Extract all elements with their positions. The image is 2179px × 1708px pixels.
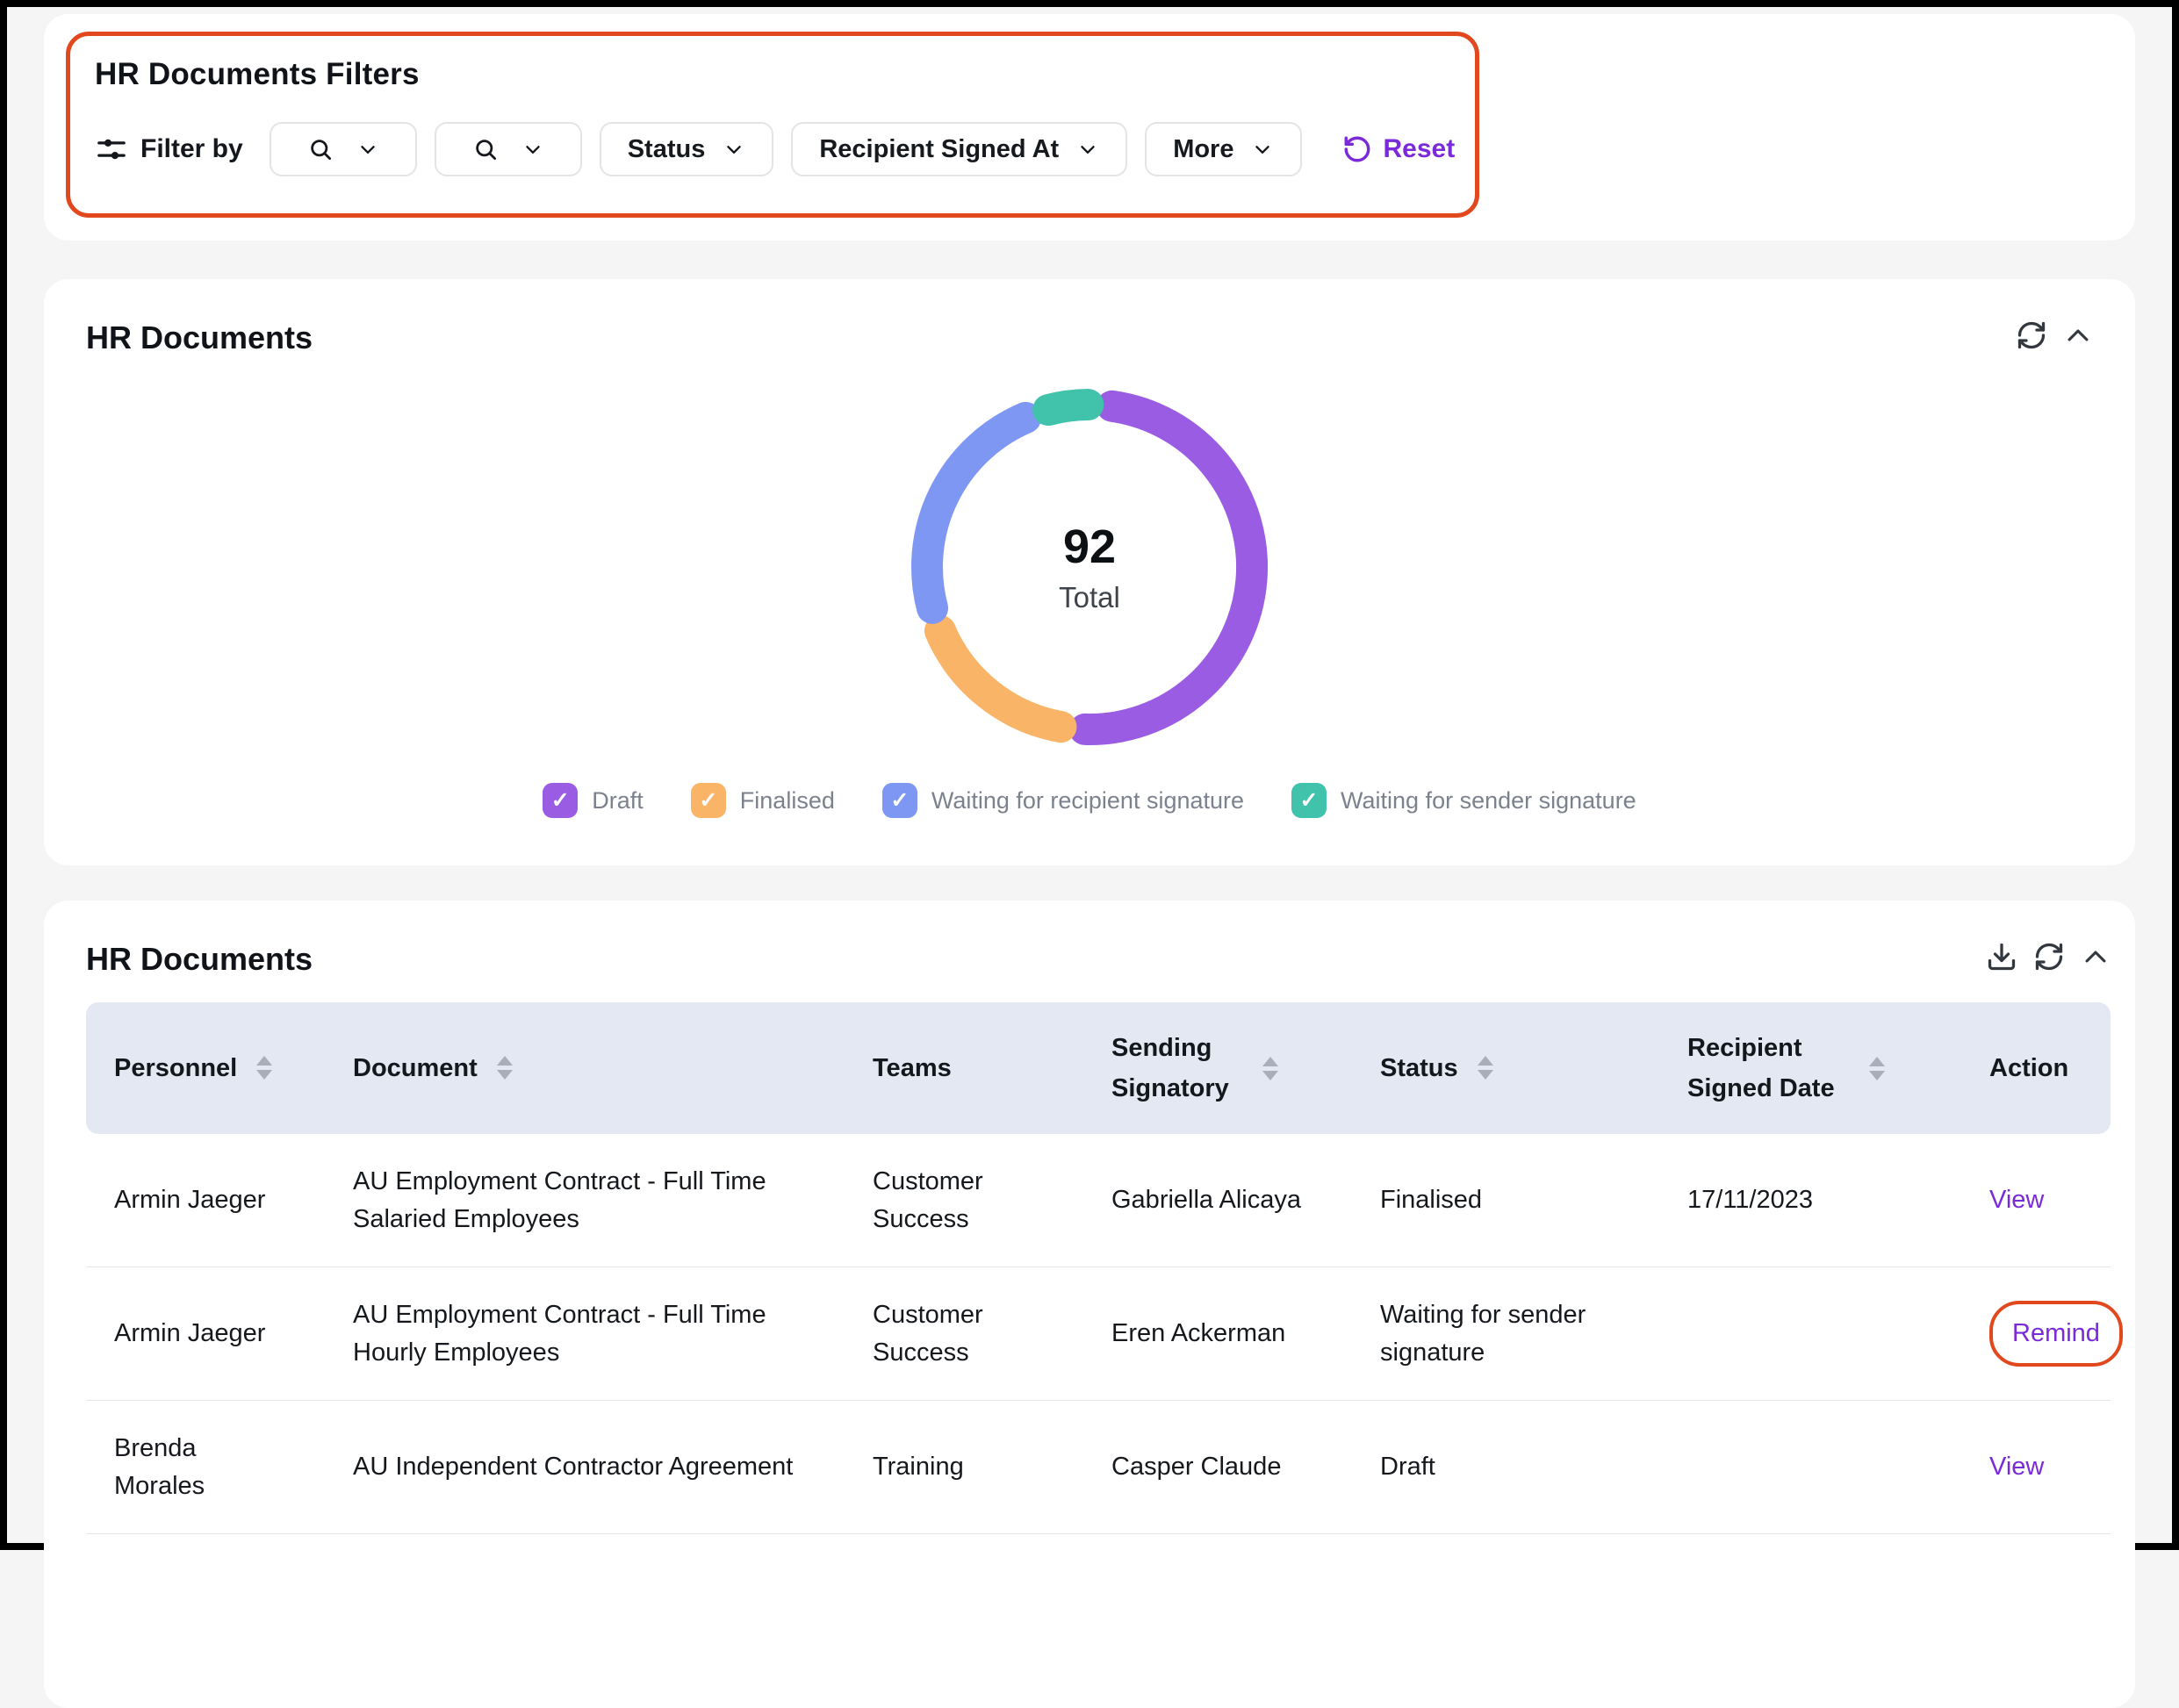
search-dropdown-1[interactable] bbox=[270, 122, 417, 176]
column-header-personnel[interactable]: Personnel bbox=[86, 1048, 325, 1088]
filter-by-label-group: Filter by bbox=[95, 133, 243, 166]
legend-item-draft[interactable]: ✓ Draft bbox=[543, 783, 644, 818]
column-header-sending-signatory[interactable]: Sending Signatory bbox=[1083, 1028, 1352, 1109]
legend-label: Waiting for recipient signature bbox=[931, 787, 1244, 815]
chart-card: HR Documents 92 Total ✓ Draft ✓ Finalised ✓ W… bbox=[44, 279, 2135, 865]
collapse-button[interactable] bbox=[2063, 320, 2093, 350]
donut-chart: 92 Total bbox=[888, 365, 1291, 769]
column-header-document[interactable]: Document bbox=[325, 1048, 845, 1088]
filter-by-label: Filter by bbox=[140, 134, 243, 164]
cell-sending-signatory: Eren Ackerman bbox=[1083, 1315, 1352, 1352]
chevron-down-icon bbox=[356, 138, 379, 161]
cell-status: Waiting for sender signature bbox=[1352, 1296, 1659, 1370]
view-link[interactable]: View bbox=[1989, 1453, 2044, 1482]
donut-segment-draft[interactable] bbox=[1085, 406, 1252, 729]
cell-status: Finalised bbox=[1352, 1181, 1659, 1218]
search-icon bbox=[472, 136, 499, 162]
cell-teams: Customer Success bbox=[845, 1296, 1083, 1370]
checkmark-icon: ✓ bbox=[1291, 783, 1327, 818]
table-card-title: HR Documents bbox=[86, 941, 313, 978]
cell-teams: Training bbox=[845, 1448, 1083, 1485]
legend-item-waiting-for-recipient-signature[interactable]: ✓ Waiting for recipient signature bbox=[882, 783, 1244, 818]
filters-card: HR Documents Filters Filter by bbox=[44, 14, 2135, 240]
column-header-status[interactable]: Status bbox=[1352, 1048, 1659, 1088]
sort-arrows-icon[interactable] bbox=[1478, 1056, 1493, 1080]
column-header-recipient-signed-date[interactable]: Recipient Signed Date bbox=[1659, 1028, 1961, 1109]
table-row: Armin Jaeger AU Employment Contract - Fu… bbox=[86, 1134, 2111, 1267]
status-dropdown-label: Status bbox=[628, 135, 706, 164]
refresh-button[interactable] bbox=[2016, 319, 2047, 351]
refresh-button[interactable] bbox=[2033, 941, 2065, 972]
legend-label: Finalised bbox=[740, 787, 835, 815]
chevron-down-icon bbox=[521, 138, 544, 161]
chevron-down-icon bbox=[1251, 138, 1274, 161]
cell-status: Draft bbox=[1352, 1448, 1659, 1485]
refresh-icon bbox=[2033, 941, 2065, 972]
table-row: Armin Jaeger AU Employment Contract - Fu… bbox=[86, 1267, 2111, 1401]
chevron-up-icon bbox=[2063, 320, 2093, 350]
chart-card-title: HR Documents bbox=[86, 319, 313, 356]
column-header-action: Action bbox=[1961, 1048, 2111, 1088]
download-icon bbox=[1986, 941, 2017, 972]
cell-sending-signatory: Casper Claude bbox=[1083, 1448, 1352, 1485]
checkmark-icon: ✓ bbox=[543, 783, 578, 818]
cell-action: View bbox=[1961, 1448, 2111, 1485]
table-row: Brenda Morales AU Independent Contractor… bbox=[86, 1401, 2111, 1534]
sort-arrows-icon[interactable] bbox=[497, 1056, 513, 1080]
sliders-icon bbox=[95, 133, 128, 166]
download-button[interactable] bbox=[1986, 941, 2017, 972]
donut-segment-finalised[interactable] bbox=[940, 631, 1061, 727]
reset-button[interactable]: Reset bbox=[1342, 134, 1455, 164]
chevron-down-icon bbox=[723, 138, 745, 161]
legend-item-finalised[interactable]: ✓ Finalised bbox=[691, 783, 835, 818]
search-dropdown-2[interactable] bbox=[435, 122, 582, 176]
cell-sending-signatory: Gabriella Alicaya bbox=[1083, 1181, 1352, 1218]
cell-personnel: Brenda Morales bbox=[86, 1430, 325, 1503]
annotation-highlight-remind: Remind bbox=[1989, 1301, 2123, 1366]
cell-teams: Customer Success bbox=[845, 1163, 1083, 1237]
sort-arrows-icon[interactable] bbox=[256, 1056, 272, 1080]
recipient-signed-at-label: Recipient Signed At bbox=[819, 135, 1059, 164]
cell-document: AU Independent Contractor Agreement bbox=[325, 1448, 845, 1485]
cell-personnel: Armin Jaeger bbox=[86, 1181, 325, 1218]
sort-arrows-icon[interactable] bbox=[1869, 1057, 1885, 1080]
hr-documents-table: Personnel Document Teams Sending Signato… bbox=[86, 1002, 2111, 1534]
table-card: HR Documents Perso bbox=[44, 901, 2135, 1708]
status-dropdown[interactable]: Status bbox=[600, 122, 774, 176]
checkmark-icon: ✓ bbox=[691, 783, 726, 818]
annotation-highlight-filters: HR Documents Filters Filter by bbox=[66, 32, 1479, 218]
filter-row: Filter by Status bbox=[95, 122, 1475, 176]
more-dropdown-label: More bbox=[1173, 135, 1233, 164]
cell-action: Remind bbox=[1961, 1301, 2123, 1366]
chart-legend: ✓ Draft ✓ Finalised ✓ Waiting for recipient s… bbox=[86, 783, 2093, 818]
search-icon bbox=[307, 136, 334, 162]
reset-label: Reset bbox=[1383, 134, 1455, 164]
rotate-ccw-icon bbox=[1342, 134, 1372, 164]
donut-segment-waiting-for-sender-signature[interactable] bbox=[1048, 405, 1088, 410]
filters-title: HR Documents Filters bbox=[95, 57, 1475, 92]
legend-label: Draft bbox=[592, 787, 644, 815]
cell-action: View bbox=[1961, 1181, 2111, 1218]
column-header-teams: Teams bbox=[845, 1048, 1083, 1088]
collapse-button[interactable] bbox=[2081, 942, 2111, 972]
cell-recipient-signed-date: 17/11/2023 bbox=[1659, 1181, 1961, 1218]
recipient-signed-at-dropdown[interactable]: Recipient Signed At bbox=[791, 122, 1127, 176]
checkmark-icon: ✓ bbox=[882, 783, 917, 818]
sort-arrows-icon[interactable] bbox=[1262, 1057, 1278, 1080]
more-dropdown[interactable]: More bbox=[1145, 122, 1302, 176]
refresh-icon bbox=[2016, 319, 2047, 351]
remind-link[interactable]: Remind bbox=[2012, 1319, 2100, 1348]
table-header-row: Personnel Document Teams Sending Signato… bbox=[86, 1002, 2111, 1134]
donut-segment-waiting-for-recipient-signature[interactable] bbox=[927, 418, 1025, 608]
cell-document: AU Employment Contract - Full Time Hourl… bbox=[325, 1296, 845, 1370]
chevron-up-icon bbox=[2081, 942, 2111, 972]
legend-item-waiting-for-sender-signature[interactable]: ✓ Waiting for sender signature bbox=[1291, 783, 1636, 818]
legend-label: Waiting for sender signature bbox=[1341, 787, 1636, 815]
cell-document: AU Employment Contract - Full Time Salar… bbox=[325, 1163, 845, 1237]
view-link[interactable]: View bbox=[1989, 1186, 2044, 1215]
chevron-down-icon bbox=[1076, 138, 1099, 161]
cell-personnel: Armin Jaeger bbox=[86, 1315, 325, 1352]
donut-chart-svg bbox=[888, 365, 1291, 769]
